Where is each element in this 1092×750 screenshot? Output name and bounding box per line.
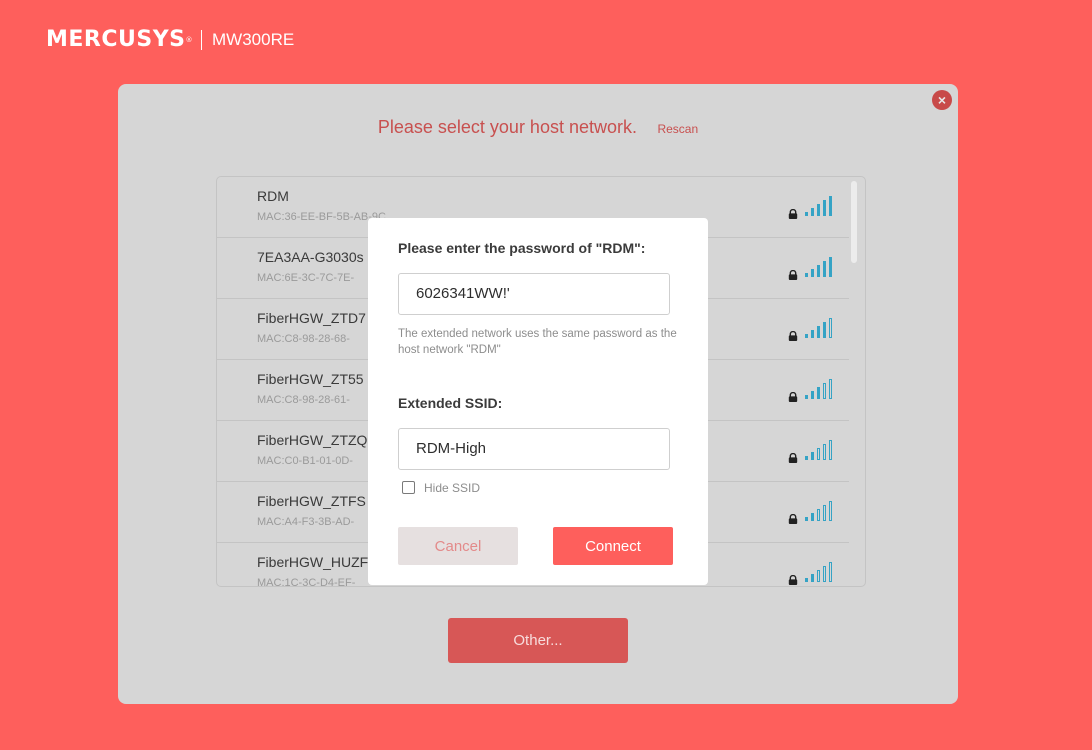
lock-icon — [788, 267, 798, 280]
network-mac: MAC:6E-3C-7C-7E- — [257, 272, 355, 284]
wifi-signal-icon — [805, 560, 833, 582]
network-name: FiberHGW_ZT55 — [257, 371, 364, 387]
trademark-symbol: ® — [185, 36, 193, 44]
cancel-button[interactable]: Cancel — [398, 527, 518, 565]
network-mac: MAC:36-EE-BF-5B-AB-9C — [257, 211, 386, 223]
network-mac: MAC:C0-B1-01-0D- — [257, 455, 353, 467]
lock-icon — [788, 572, 798, 585]
hide-ssid-checkbox[interactable] — [402, 481, 415, 494]
network-name: FiberHGW_HUZF — [257, 554, 369, 570]
password-dialog: Please enter the password of "RDM": 6026… — [368, 218, 708, 585]
other-button[interactable]: Other... — [448, 618, 628, 663]
network-name: FiberHGW_ZTZQ — [257, 432, 368, 448]
lock-icon — [788, 450, 798, 463]
network-mac: MAC:C8-98-28-61- — [257, 394, 350, 406]
lock-icon — [788, 206, 798, 219]
wifi-signal-icon — [805, 255, 833, 277]
lock-icon — [788, 511, 798, 524]
header: MERCUSYS® MW300RE — [46, 27, 294, 53]
network-mac: MAC:1C-3C-D4-EF- — [257, 577, 356, 587]
hide-ssid-label: Hide SSID — [424, 481, 481, 495]
close-icon[interactable]: × — [932, 90, 952, 110]
wifi-signal-icon — [805, 377, 833, 399]
wifi-signal-icon — [805, 316, 833, 338]
wifi-signal-icon — [805, 438, 833, 460]
connect-button[interactable]: Connect — [553, 527, 673, 565]
lock-icon — [788, 389, 798, 402]
network-name: FiberHGW_ZTFS — [257, 493, 366, 509]
network-name: 7EA3AA-G3030s — [257, 249, 364, 265]
password-label: Please enter the password of "RDM": — [398, 240, 646, 256]
model-name: MW300RE — [212, 30, 295, 49]
brand-text: MERCUSYS — [46, 27, 186, 52]
extended-ssid-input[interactable]: RDM-High — [398, 428, 670, 470]
network-mac: MAC:C8-98-28-68- — [257, 333, 350, 345]
scrollbar[interactable] — [851, 181, 857, 263]
password-input[interactable]: 6026341WW!' — [398, 273, 670, 315]
panel-title: Please select your host network. Rescan — [118, 116, 958, 140]
extended-ssid-label: Extended SSID: — [398, 395, 503, 411]
wifi-signal-icon — [805, 194, 833, 216]
mercusys-logo: MERCUSYS® — [46, 27, 193, 53]
rescan-link[interactable]: Rescan — [657, 122, 698, 136]
network-mac: MAC:A4-F3-3B-AD- — [257, 516, 355, 528]
lock-icon — [788, 328, 798, 341]
network-name: FiberHGW_ZTD7 — [257, 310, 366, 326]
header-divider — [201, 30, 202, 50]
panel-title-text: Please select your host network. — [377, 117, 637, 137]
password-hint: The extended network uses the same passw… — [398, 328, 677, 356]
wifi-signal-icon — [805, 499, 833, 521]
network-name: RDM — [257, 188, 289, 204]
